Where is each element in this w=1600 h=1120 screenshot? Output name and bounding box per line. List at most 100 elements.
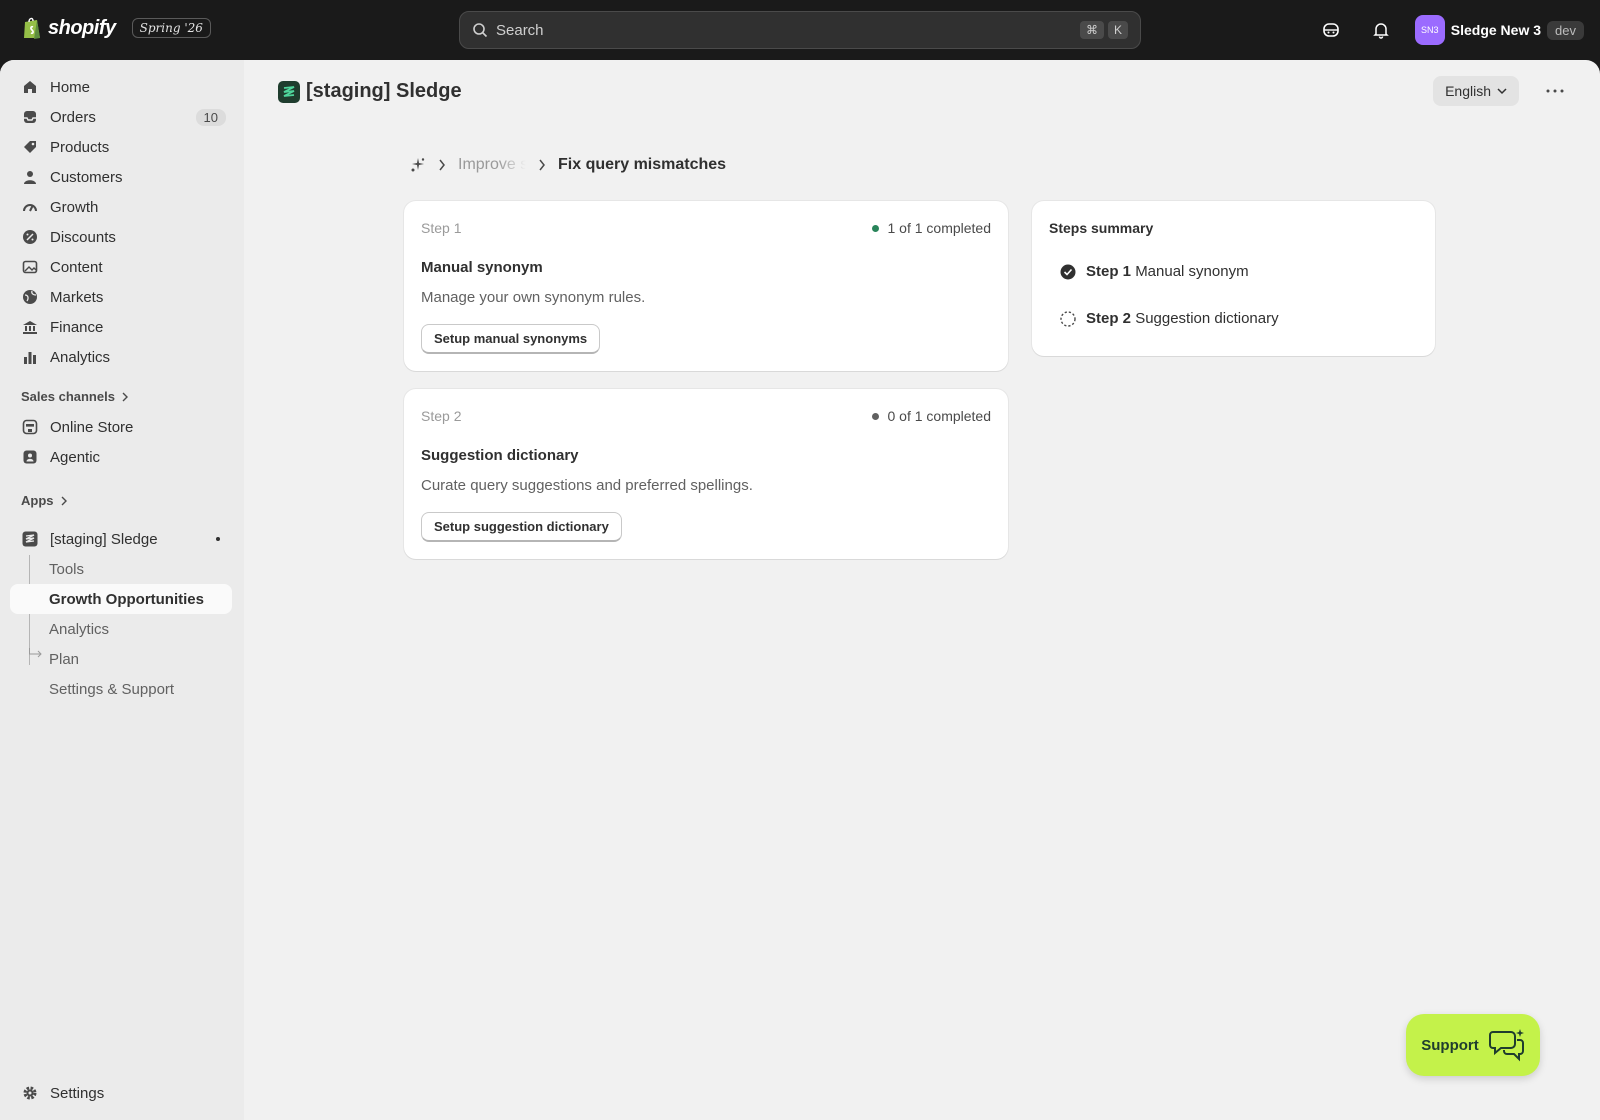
sidebar-item-orders[interactable]: Orders 10 xyxy=(10,102,232,132)
image-icon xyxy=(22,260,38,274)
section-label: Apps xyxy=(21,493,54,508)
sidebar-item-label: Finance xyxy=(50,318,104,336)
apps-header[interactable]: Apps xyxy=(21,493,68,508)
chevron-right-icon xyxy=(439,159,445,171)
sidebar-item-label: Analytics xyxy=(50,348,111,366)
shortcut-key-k: K xyxy=(1107,21,1128,39)
edition-badge: Spring '26 xyxy=(131,18,211,38)
summary-step-number: Step 1 xyxy=(1086,263,1132,280)
shopify-logo[interactable]: shopify Spring '26 xyxy=(22,16,211,40)
sidebar-item-label: [staging] Sledge xyxy=(50,530,158,548)
search-icon xyxy=(473,23,488,38)
discount-icon xyxy=(23,230,37,244)
sidebar-subitem-tools[interactable]: Tools xyxy=(10,554,232,584)
top-bar: shopify Spring '26 Search ⌘ K SN3 Sledge… xyxy=(0,0,1600,60)
sidebar-item-label: Orders xyxy=(50,108,96,126)
bell-icon xyxy=(1372,23,1389,39)
sidebar-item-home[interactable]: Home xyxy=(10,72,232,102)
brand-wordmark: shopify xyxy=(48,16,116,39)
language-select[interactable]: English xyxy=(1433,76,1519,106)
sidebar-item-label: Growth xyxy=(50,198,99,216)
step-status: 0 of 1 completed xyxy=(872,408,991,424)
avatar: SN3 xyxy=(1414,15,1445,45)
sidekick-icon xyxy=(1322,23,1339,37)
sales-channels-header[interactable]: Sales channels xyxy=(21,389,129,404)
sidebar-item-label: Agentic xyxy=(50,448,101,466)
sidebar-item-agentic[interactable]: Agentic xyxy=(10,442,232,472)
sidebar-item-label: Settings xyxy=(50,1084,105,1102)
breadcrumb-parent-link[interactable]: Improve search xyxy=(458,156,526,174)
sidebar-item-label: Discounts xyxy=(50,228,116,246)
language-value: English xyxy=(1445,83,1491,99)
setup-suggestion-dictionary-button[interactable]: Setup suggestion dictionary xyxy=(421,512,622,542)
sledge-app-icon xyxy=(278,80,300,103)
home-icon xyxy=(24,81,36,93)
more-actions-button[interactable] xyxy=(1540,76,1570,106)
steps-summary-card: Steps summary Step 1 Manual synonym Step… xyxy=(1032,201,1435,356)
main-content: [staging] Sledge English Improve search … xyxy=(254,60,1600,1120)
sidebar-subitem-analytics[interactable]: Analytics xyxy=(10,614,232,644)
gear-icon xyxy=(23,1086,37,1100)
shortcut-key-cmd: ⌘ xyxy=(1079,21,1104,39)
ellipsis-icon xyxy=(1546,89,1564,93)
sidebar-item-customers[interactable]: Customers xyxy=(10,162,232,192)
step-title: Suggestion dictionary xyxy=(421,447,579,464)
summary-step-number: Step 2 xyxy=(1086,310,1132,327)
sidebar-item-products[interactable]: Products xyxy=(10,132,232,162)
top-actions: SN3 Sledge New 3 dev xyxy=(1315,14,1584,46)
section-label: Sales channels xyxy=(21,389,115,404)
step-status: 1 of 1 completed xyxy=(872,220,991,236)
sidebar-subitem-growth-opportunities[interactable]: Growth Opportunities xyxy=(10,584,232,614)
store-icon xyxy=(22,419,38,435)
step-description: Manage your own synonym rules. xyxy=(421,289,646,306)
support-button[interactable]: Support xyxy=(1406,1014,1540,1076)
step-description: Curate query suggestions and preferred s… xyxy=(421,477,753,494)
inbox-icon xyxy=(24,111,36,123)
sidebar-item-discounts[interactable]: Discounts xyxy=(10,222,232,252)
page-title: [staging] Sledge xyxy=(278,80,462,103)
sidebar-item-staging-sledge[interactable]: [staging] Sledge xyxy=(10,524,232,554)
sidebar-item-label: Markets xyxy=(50,288,104,306)
search-input[interactable]: Search xyxy=(496,22,1076,39)
sidebar-item-online-store[interactable]: Online Store xyxy=(10,412,232,442)
orders-count-badge: 10 xyxy=(195,108,226,126)
sidebar-item-settings[interactable]: Settings xyxy=(10,1078,232,1108)
sidebar-item-markets[interactable]: Markets xyxy=(10,282,232,312)
summary-row-step-2[interactable]: Step 2 Suggestion dictionary xyxy=(1060,310,1279,327)
notifications-button[interactable] xyxy=(1365,14,1397,46)
globe-icon xyxy=(23,290,37,304)
sidebar-item-label: Home xyxy=(50,78,91,96)
step-card-2: Step 2 0 of 1 completed Suggestion dicti… xyxy=(404,389,1008,559)
check-circle-icon xyxy=(1060,264,1076,279)
step-label: Step 2 xyxy=(421,408,462,424)
app-title-text: [staging] Sledge xyxy=(306,80,462,102)
chevron-right-icon xyxy=(61,496,67,505)
sidebar: Home Orders 10 Products Customers Growth… xyxy=(0,60,244,1120)
breadcrumb-current: Fix query mismatches xyxy=(558,156,727,173)
sidebar-item-finance[interactable]: Finance xyxy=(10,312,232,342)
step-label: Step 1 xyxy=(421,220,462,236)
step-card-1: Step 1 1 of 1 completed Manual synonym M… xyxy=(404,201,1008,371)
main-shell: Home Orders 10 Products Customers Growth… xyxy=(0,60,1600,1120)
summary-row-step-1[interactable]: Step 1 Manual synonym xyxy=(1060,263,1249,280)
search-bar[interactable]: Search ⌘ K xyxy=(459,11,1141,49)
status-dot-icon xyxy=(872,224,880,232)
support-label: Support xyxy=(1421,1036,1479,1054)
sidebar-item-label: Content xyxy=(50,258,103,276)
pending-circle-icon xyxy=(1060,310,1076,327)
tag-icon xyxy=(24,141,36,153)
chat-bubbles-icon xyxy=(1488,1029,1524,1062)
sidebar-subitem-settings-support[interactable]: Settings & Support xyxy=(10,674,232,704)
store-switcher[interactable]: SN3 Sledge New 3 dev xyxy=(1414,15,1584,45)
setup-manual-synonyms-button[interactable]: Setup manual synonyms xyxy=(421,324,601,354)
sidebar-item-analytics[interactable]: Analytics xyxy=(10,342,232,372)
sledge-app-icon xyxy=(22,531,38,547)
step-status-text: 1 of 1 completed xyxy=(887,220,991,236)
status-dot-icon xyxy=(872,412,880,420)
env-badge: dev xyxy=(1547,20,1584,40)
sidekick-button[interactable] xyxy=(1315,14,1347,46)
sidebar-item-growth[interactable]: Growth xyxy=(10,192,232,222)
growth-sparkle-icon[interactable] xyxy=(410,157,426,173)
sidebar-item-content[interactable]: Content xyxy=(10,252,232,282)
sidebar-subitem-plan[interactable]: Plan xyxy=(10,644,232,674)
